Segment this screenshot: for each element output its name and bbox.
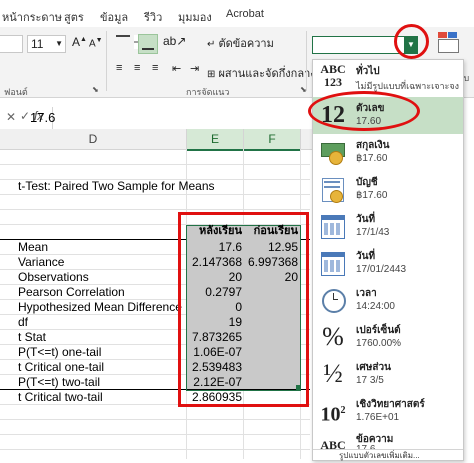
calendar-icon	[319, 248, 347, 278]
more-formats-link[interactable]: รูปแบบตัวเลขเพิ่มเติม...	[339, 449, 420, 462]
merge-icon: ⊞	[207, 69, 216, 80]
font-size-box[interactable]: 11 ▼	[27, 35, 66, 53]
clock-icon	[319, 285, 347, 315]
align-left-icon[interactable]: ≡	[116, 62, 122, 74]
group-label-alignment: การจัดแนว	[186, 87, 230, 97]
chevron-down-icon: ▼	[55, 39, 63, 48]
column-header-e[interactable]: E	[187, 129, 244, 151]
format-option-short-date[interactable]: วันที่ 17/1/43	[313, 208, 463, 245]
row-label: P(T<=t) two-tail	[18, 375, 101, 389]
row-label: Hypothesized Mean Difference	[18, 300, 182, 314]
wrap-text-button[interactable]: ↵ ตัดข้อความ	[207, 34, 274, 52]
format-option-sample: 1.76E+01	[356, 412, 400, 423]
format-option-time[interactable]: เวลา 14:24:00	[313, 282, 463, 319]
format-option-name: วันที่	[356, 214, 376, 225]
divider	[106, 31, 107, 91]
accounting-icon	[319, 174, 347, 204]
format-option-scientific[interactable]: 102 เชิงวิทยาศาสตร์ 1.76E+01	[313, 393, 463, 430]
row-label: Variance	[18, 255, 65, 269]
sheet-title: t-Test: Paired Two Sample for Means	[18, 179, 215, 193]
font-size-value: 11	[31, 37, 44, 51]
row-label: df	[18, 315, 29, 329]
format-option-name: เศษส่วน	[356, 362, 391, 373]
row-label: t Stat	[18, 330, 47, 344]
conditional-formatting-icon[interactable]	[438, 32, 459, 53]
tab-page-layout[interactable]: หน้ากระดาษ	[2, 8, 62, 26]
ribbon-tab-bar: หน้ากระดาษ สูตร ข้อมูล รีวิว มุมมอง Acro…	[0, 0, 474, 27]
align-right-icon[interactable]: ≡	[152, 62, 158, 74]
format-option-percentage[interactable]: % เปอร์เซ็นต์ 1760.00%	[313, 319, 463, 356]
decrease-font-icon[interactable]: A▼	[89, 37, 103, 49]
column-header-d[interactable]: D	[0, 129, 187, 150]
more-formats-row[interactable]: รูปแบบตัวเลขเพิ่มเติม...	[313, 449, 463, 460]
format-option-general[interactable]: ABC 123 ทั่วไป ไม่มีรูปแบบที่เฉพาะเจาะจง	[313, 60, 463, 97]
calendar-icon	[319, 211, 347, 241]
group-label-font: ฟอนต์	[4, 87, 28, 97]
abc-123-icon: ABC 123	[320, 62, 346, 89]
format-option-name: สกุลเงิน	[356, 140, 390, 151]
annotation-circle	[394, 24, 429, 59]
scientific-icon: 102	[320, 403, 346, 426]
gridline	[0, 434, 310, 435]
wrap-text-icon: ↵	[207, 39, 216, 50]
format-option-name: เปอร์เซ็นต์	[356, 325, 401, 336]
increase-font-icon[interactable]: A▲	[72, 35, 87, 49]
fraction-icon: ½	[323, 359, 343, 388]
annotation-box	[178, 212, 309, 407]
format-option-long-date[interactable]: วันที่ 17/01/2443	[313, 245, 463, 282]
tab-formulas[interactable]: สูตร	[64, 8, 84, 26]
cancel-icon[interactable]: ✕	[6, 110, 16, 124]
tab-review[interactable]: รีวิว	[144, 8, 162, 26]
annotation-ellipse	[308, 91, 420, 131]
decrease-indent-icon[interactable]: ⇤	[172, 62, 181, 75]
format-option-name: เวลา	[356, 288, 377, 299]
align-top-icon[interactable]	[116, 35, 130, 51]
merge-center-button[interactable]: ⊞ ผสานและจัดกึ่งกลาง	[207, 64, 316, 82]
align-bottom-icon[interactable]	[138, 34, 158, 54]
row-label: Observations	[18, 270, 89, 284]
format-option-sample: ฿17.60	[356, 190, 388, 201]
dialog-launcher-icon[interactable]: ⬊	[92, 85, 99, 94]
gridline	[0, 449, 310, 450]
increase-indent-icon[interactable]: ⇥	[190, 62, 199, 75]
tab-view[interactable]: มุมมอง	[178, 8, 212, 26]
orientation-icon[interactable]: ab↗	[163, 34, 186, 48]
align-center-icon[interactable]: ≡	[134, 62, 140, 74]
format-option-name: บัญชี	[356, 177, 378, 188]
column-header-f[interactable]: F	[244, 129, 301, 151]
currency-icon	[319, 137, 347, 167]
format-option-sample: ฿17.60	[356, 153, 388, 164]
enter-icon[interactable]: ✓	[20, 109, 30, 123]
gridline	[0, 419, 310, 420]
row-label: t Critical one-tail	[18, 360, 105, 374]
format-option-sample: 17/01/2443	[356, 264, 407, 275]
row-label: P(T<=t) one-tail	[18, 345, 102, 359]
tab-data[interactable]: ข้อมูล	[100, 8, 128, 26]
percent-icon: %	[322, 322, 344, 351]
wrap-text-label: ตัดข้อความ	[218, 38, 274, 50]
format-option-sample: 17 3/5	[356, 375, 384, 386]
gridline	[0, 209, 310, 210]
format-option-currency[interactable]: สกุลเงิน ฿17.60	[313, 134, 463, 171]
format-option-name: ทั่วไป	[356, 66, 380, 77]
font-name-box[interactable]	[0, 35, 23, 53]
format-option-sample: 17/1/43	[356, 227, 390, 238]
gridline	[0, 194, 310, 195]
formula-input[interactable]: 17.6	[30, 110, 55, 125]
format-option-sample: 1760.00%	[356, 338, 402, 349]
merge-center-label: ผสานและจัดกึ่งกลาง	[218, 68, 316, 80]
gridline	[0, 164, 310, 165]
row-label: t Critical two-tail	[18, 390, 103, 404]
format-option-fraction[interactable]: ½ เศษส่วน 17 3/5	[313, 356, 463, 393]
format-option-name: วันที่	[356, 251, 376, 262]
row-label: Mean	[18, 240, 49, 254]
divider	[306, 31, 307, 91]
tab-acrobat[interactable]: Acrobat	[226, 8, 264, 20]
format-option-accounting[interactable]: บัญชี ฿17.60	[313, 171, 463, 208]
format-option-name: เชิงวิทยาศาสตร์	[356, 399, 425, 410]
format-option-sample: 14:24:00	[356, 301, 395, 312]
row-label: Pearson Correlation	[18, 285, 125, 299]
